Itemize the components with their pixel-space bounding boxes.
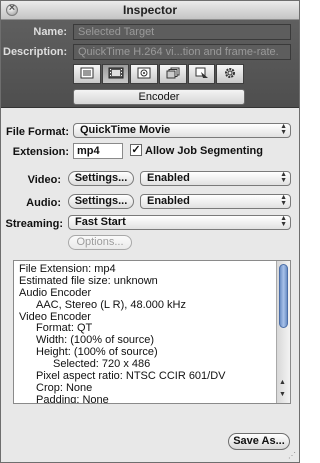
scroll-up-arrow-icon[interactable]: ▲: [279, 379, 286, 386]
target-header-panel: Name: Selected Target Description: Quick…: [1, 20, 299, 108]
summary-line: Estimated file size: unknown: [19, 274, 158, 287]
file-format-value: QuickTime Movie: [80, 124, 171, 136]
popup-arrows-icon: ▲ ▼: [280, 194, 287, 207]
streaming-label: Streaming:: [5, 218, 63, 230]
tab-encoder[interactable]: [101, 64, 130, 84]
tab-frame-controls[interactable]: [130, 64, 159, 84]
frame-controls-icon: [137, 67, 151, 82]
settings-summary-textarea[interactable]: File Extension: mp4 Estimated file size: …: [13, 260, 291, 404]
inspector-window: Inspector Name: Selected Target Descript…: [0, 0, 300, 463]
streaming-value: Fast Start: [75, 216, 126, 228]
popup-arrows-icon: ▲ ▼: [280, 171, 287, 184]
filters-icon: [166, 67, 180, 82]
inspector-tab-bar: [73, 64, 245, 84]
save-as-button[interactable]: Save As...: [228, 433, 290, 450]
title-bar[interactable]: Inspector: [1, 1, 299, 20]
audio-state-popup[interactable]: Enabled ▲ ▼: [140, 194, 291, 209]
resize-grip-icon[interactable]: ⋰: [288, 451, 298, 461]
audio-state-value: Enabled: [147, 195, 190, 207]
name-label: Name:: [33, 26, 67, 38]
description-field: QuickTime H.264 vi...tion and frame-rate…: [73, 44, 291, 60]
audio-label: Audio:: [26, 197, 61, 209]
scrollbar-thumb[interactable]: [279, 264, 288, 328]
window-title: Inspector: [122, 3, 177, 17]
summary-icon: [80, 67, 94, 82]
name-field: Selected Target: [73, 24, 291, 40]
streaming-popup[interactable]: Fast Start ▲ ▼: [68, 215, 291, 230]
geometry-icon: [195, 67, 209, 82]
allow-segmenting-checkbox[interactable]: ✓: [130, 144, 142, 156]
file-format-popup[interactable]: QuickTime Movie ▲ ▼: [73, 123, 291, 138]
extension-label: Extension:: [12, 146, 69, 158]
summary-line: Audio Encoder: [19, 286, 92, 299]
scroll-down-arrow-icon[interactable]: ▼: [279, 391, 286, 398]
summary-lines: File Extension: mp4 Estimated file size: …: [19, 263, 275, 404]
summary-line: AAC, Stereo (L R), 48.000 kHz: [36, 298, 186, 311]
allow-segmenting-label: Allow Job Segmenting: [145, 145, 263, 157]
tab-geometry[interactable]: [187, 64, 216, 84]
tab-summary[interactable]: [73, 64, 101, 84]
video-state-popup[interactable]: Enabled ▲ ▼: [140, 171, 291, 186]
popup-arrows-icon: ▲ ▼: [280, 215, 287, 228]
active-tab-label: Encoder: [73, 89, 245, 105]
tab-actions[interactable]: [216, 64, 245, 84]
summary-line: Crop: None: [36, 381, 93, 394]
file-format-label: File Format:: [6, 126, 69, 138]
summary-line: Padding: None: [36, 393, 109, 404]
description-label: Description:: [3, 46, 68, 58]
tab-filters[interactable]: [159, 64, 187, 84]
options-button[interactable]: Options...: [68, 235, 132, 250]
video-state-value: Enabled: [147, 172, 190, 184]
popup-arrows-icon: ▲ ▼: [280, 123, 287, 136]
audio-settings-button[interactable]: Settings...: [68, 194, 134, 209]
encoder-film-icon: [108, 67, 124, 82]
extension-input[interactable]: mp4: [73, 143, 123, 159]
summary-scrollbar[interactable]: ▲ ▼: [276, 261, 290, 403]
video-label: Video:: [27, 174, 61, 186]
video-settings-button[interactable]: Settings...: [68, 171, 134, 186]
actions-gear-icon: [223, 66, 237, 83]
